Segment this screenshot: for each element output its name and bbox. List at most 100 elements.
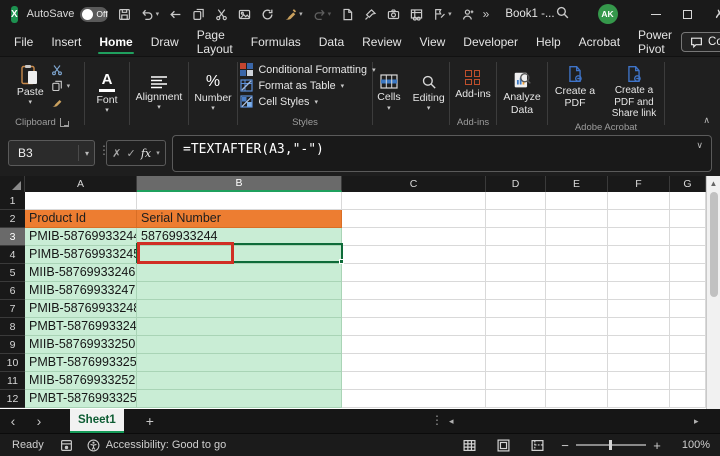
- ribbon-cut-button[interactable]: [51, 64, 71, 76]
- insert-function-icon[interactable]: fx: [141, 147, 151, 160]
- sheet-tab-sheet1[interactable]: Sheet1: [70, 409, 124, 433]
- cell-C9[interactable]: [342, 336, 486, 354]
- search-icon[interactable]: [555, 5, 570, 23]
- tab-acrobat[interactable]: Acrobat: [570, 28, 629, 56]
- number-button[interactable]: % Number ▾: [191, 72, 234, 115]
- cell-E3[interactable]: [546, 228, 608, 246]
- cell-D4[interactable]: [486, 246, 546, 264]
- create-pdf-button[interactable]: Create a PDF: [549, 63, 601, 111]
- cell-F7[interactable]: [608, 300, 670, 318]
- cell-C12[interactable]: [342, 390, 486, 408]
- cell-G2[interactable]: [670, 210, 706, 228]
- cancel-entry-icon[interactable]: ✗: [112, 147, 121, 160]
- formula-input[interactable]: =TEXTAFTER(A3,"-") ∨: [172, 135, 712, 172]
- cell-A3[interactable]: PMIB-58769933244: [25, 228, 137, 246]
- cell-G10[interactable]: [670, 354, 706, 372]
- tab-home[interactable]: Home: [90, 28, 141, 56]
- tab-insert[interactable]: Insert: [42, 28, 90, 56]
- tab-help[interactable]: Help: [527, 28, 570, 56]
- redo-menu-chevron[interactable]: ▾: [328, 10, 332, 18]
- back-icon[interactable]: [169, 8, 182, 21]
- clipboard-dialog-launcher[interactable]: [60, 118, 69, 127]
- row-header-3[interactable]: 3: [0, 228, 25, 246]
- tab-developer[interactable]: Developer: [454, 28, 527, 56]
- cell-G9[interactable]: [670, 336, 706, 354]
- avatar[interactable]: AK: [598, 4, 618, 24]
- cell-F9[interactable]: [608, 336, 670, 354]
- autosave-toggle[interactable]: Off: [80, 7, 107, 22]
- tab-review[interactable]: Review: [353, 28, 410, 56]
- cell-E7[interactable]: [546, 300, 608, 318]
- cell-F1[interactable]: [608, 192, 670, 210]
- pin-icon[interactable]: [364, 8, 377, 21]
- table-lookup-icon[interactable]: [410, 8, 423, 21]
- cell-F12[interactable]: [608, 390, 670, 408]
- editing-button[interactable]: Editing ▾: [410, 72, 448, 115]
- cell-A6[interactable]: MIIB-58769933247: [25, 282, 137, 300]
- cell-D3[interactable]: [486, 228, 546, 246]
- tab-power-pivot[interactable]: Power Pivot: [629, 28, 681, 56]
- page-layout-view-button[interactable]: [486, 439, 520, 452]
- cell-E8[interactable]: [546, 318, 608, 336]
- cell-F11[interactable]: [608, 372, 670, 390]
- page-break-view-button[interactable]: [520, 439, 554, 452]
- column-header-a[interactable]: A: [25, 176, 137, 192]
- cells-button[interactable]: Cells ▾: [374, 72, 403, 114]
- comments-button[interactable]: Comments: [681, 32, 720, 52]
- column-header-c[interactable]: C: [342, 176, 486, 192]
- cell-C3[interactable]: [342, 228, 486, 246]
- cell-F2[interactable]: [608, 210, 670, 228]
- row-header-5[interactable]: 5: [0, 264, 25, 282]
- maximize-button[interactable]: [672, 0, 704, 28]
- zoom-slider-thumb[interactable]: [609, 440, 612, 450]
- cell-A10[interactable]: PMBT-58769933251: [25, 354, 137, 372]
- name-box-chevron[interactable]: ▾: [78, 145, 89, 161]
- cell-A1[interactable]: [25, 192, 137, 210]
- tab-draw[interactable]: Draw: [142, 28, 188, 56]
- cell-B9[interactable]: [137, 336, 342, 354]
- font-button[interactable]: A Font ▾: [93, 70, 120, 117]
- cell-D1[interactable]: [486, 192, 546, 210]
- cell-G8[interactable]: [670, 318, 706, 336]
- row-header-8[interactable]: 8: [0, 318, 25, 336]
- scroll-left-icon[interactable]: ◂: [449, 416, 454, 427]
- cell-E9[interactable]: [546, 336, 608, 354]
- cell-A2[interactable]: Product Id: [25, 210, 137, 228]
- next-sheet-icon[interactable]: ›: [26, 413, 52, 429]
- camera-icon[interactable]: [387, 8, 400, 21]
- accessibility-status[interactable]: Accessibility: Good to go: [106, 439, 226, 451]
- cell-G12[interactable]: [670, 390, 706, 408]
- zoom-in-button[interactable]: +: [646, 438, 668, 453]
- cell-F5[interactable]: [608, 264, 670, 282]
- select-all-corner[interactable]: [0, 176, 25, 192]
- cell-D9[interactable]: [486, 336, 546, 354]
- collapse-ribbon-chevron[interactable]: ∧: [703, 115, 710, 126]
- cell-C8[interactable]: [342, 318, 486, 336]
- scrollbar-splitter-handle[interactable]: ⋮: [431, 413, 443, 427]
- flag-pen-menu-chevron[interactable]: ▾: [448, 10, 452, 18]
- cell-D10[interactable]: [486, 354, 546, 372]
- cell-C1[interactable]: [342, 192, 486, 210]
- cell-B6[interactable]: [137, 282, 342, 300]
- cell-D11[interactable]: [486, 372, 546, 390]
- row-header-11[interactable]: 11: [0, 372, 25, 390]
- row-header-12[interactable]: 12: [0, 390, 25, 408]
- highlighter-menu-chevron[interactable]: ▾: [299, 10, 303, 18]
- cell-styles-button[interactable]: Cell Styles ▾: [240, 95, 318, 108]
- column-header-d[interactable]: D: [486, 176, 546, 192]
- cell-G4[interactable]: [670, 246, 706, 264]
- previous-sheet-icon[interactable]: ‹: [0, 413, 26, 429]
- cell-B11[interactable]: [137, 372, 342, 390]
- refresh-icon[interactable]: [261, 8, 274, 21]
- cell-E12[interactable]: [546, 390, 608, 408]
- cell-D6[interactable]: [486, 282, 546, 300]
- highlighter-icon[interactable]: ▾: [284, 8, 303, 21]
- format-as-table-button[interactable]: Format as Table ▾: [240, 79, 344, 92]
- tab-file[interactable]: File: [5, 28, 42, 56]
- cell-A8[interactable]: PMBT-58769933249: [25, 318, 137, 336]
- column-header-e[interactable]: E: [546, 176, 608, 192]
- expand-formula-bar-chevron[interactable]: ∨: [696, 140, 703, 151]
- column-header-g[interactable]: G: [670, 176, 706, 192]
- cell-E4[interactable]: [546, 246, 608, 264]
- row-header-4[interactable]: 4: [0, 246, 25, 264]
